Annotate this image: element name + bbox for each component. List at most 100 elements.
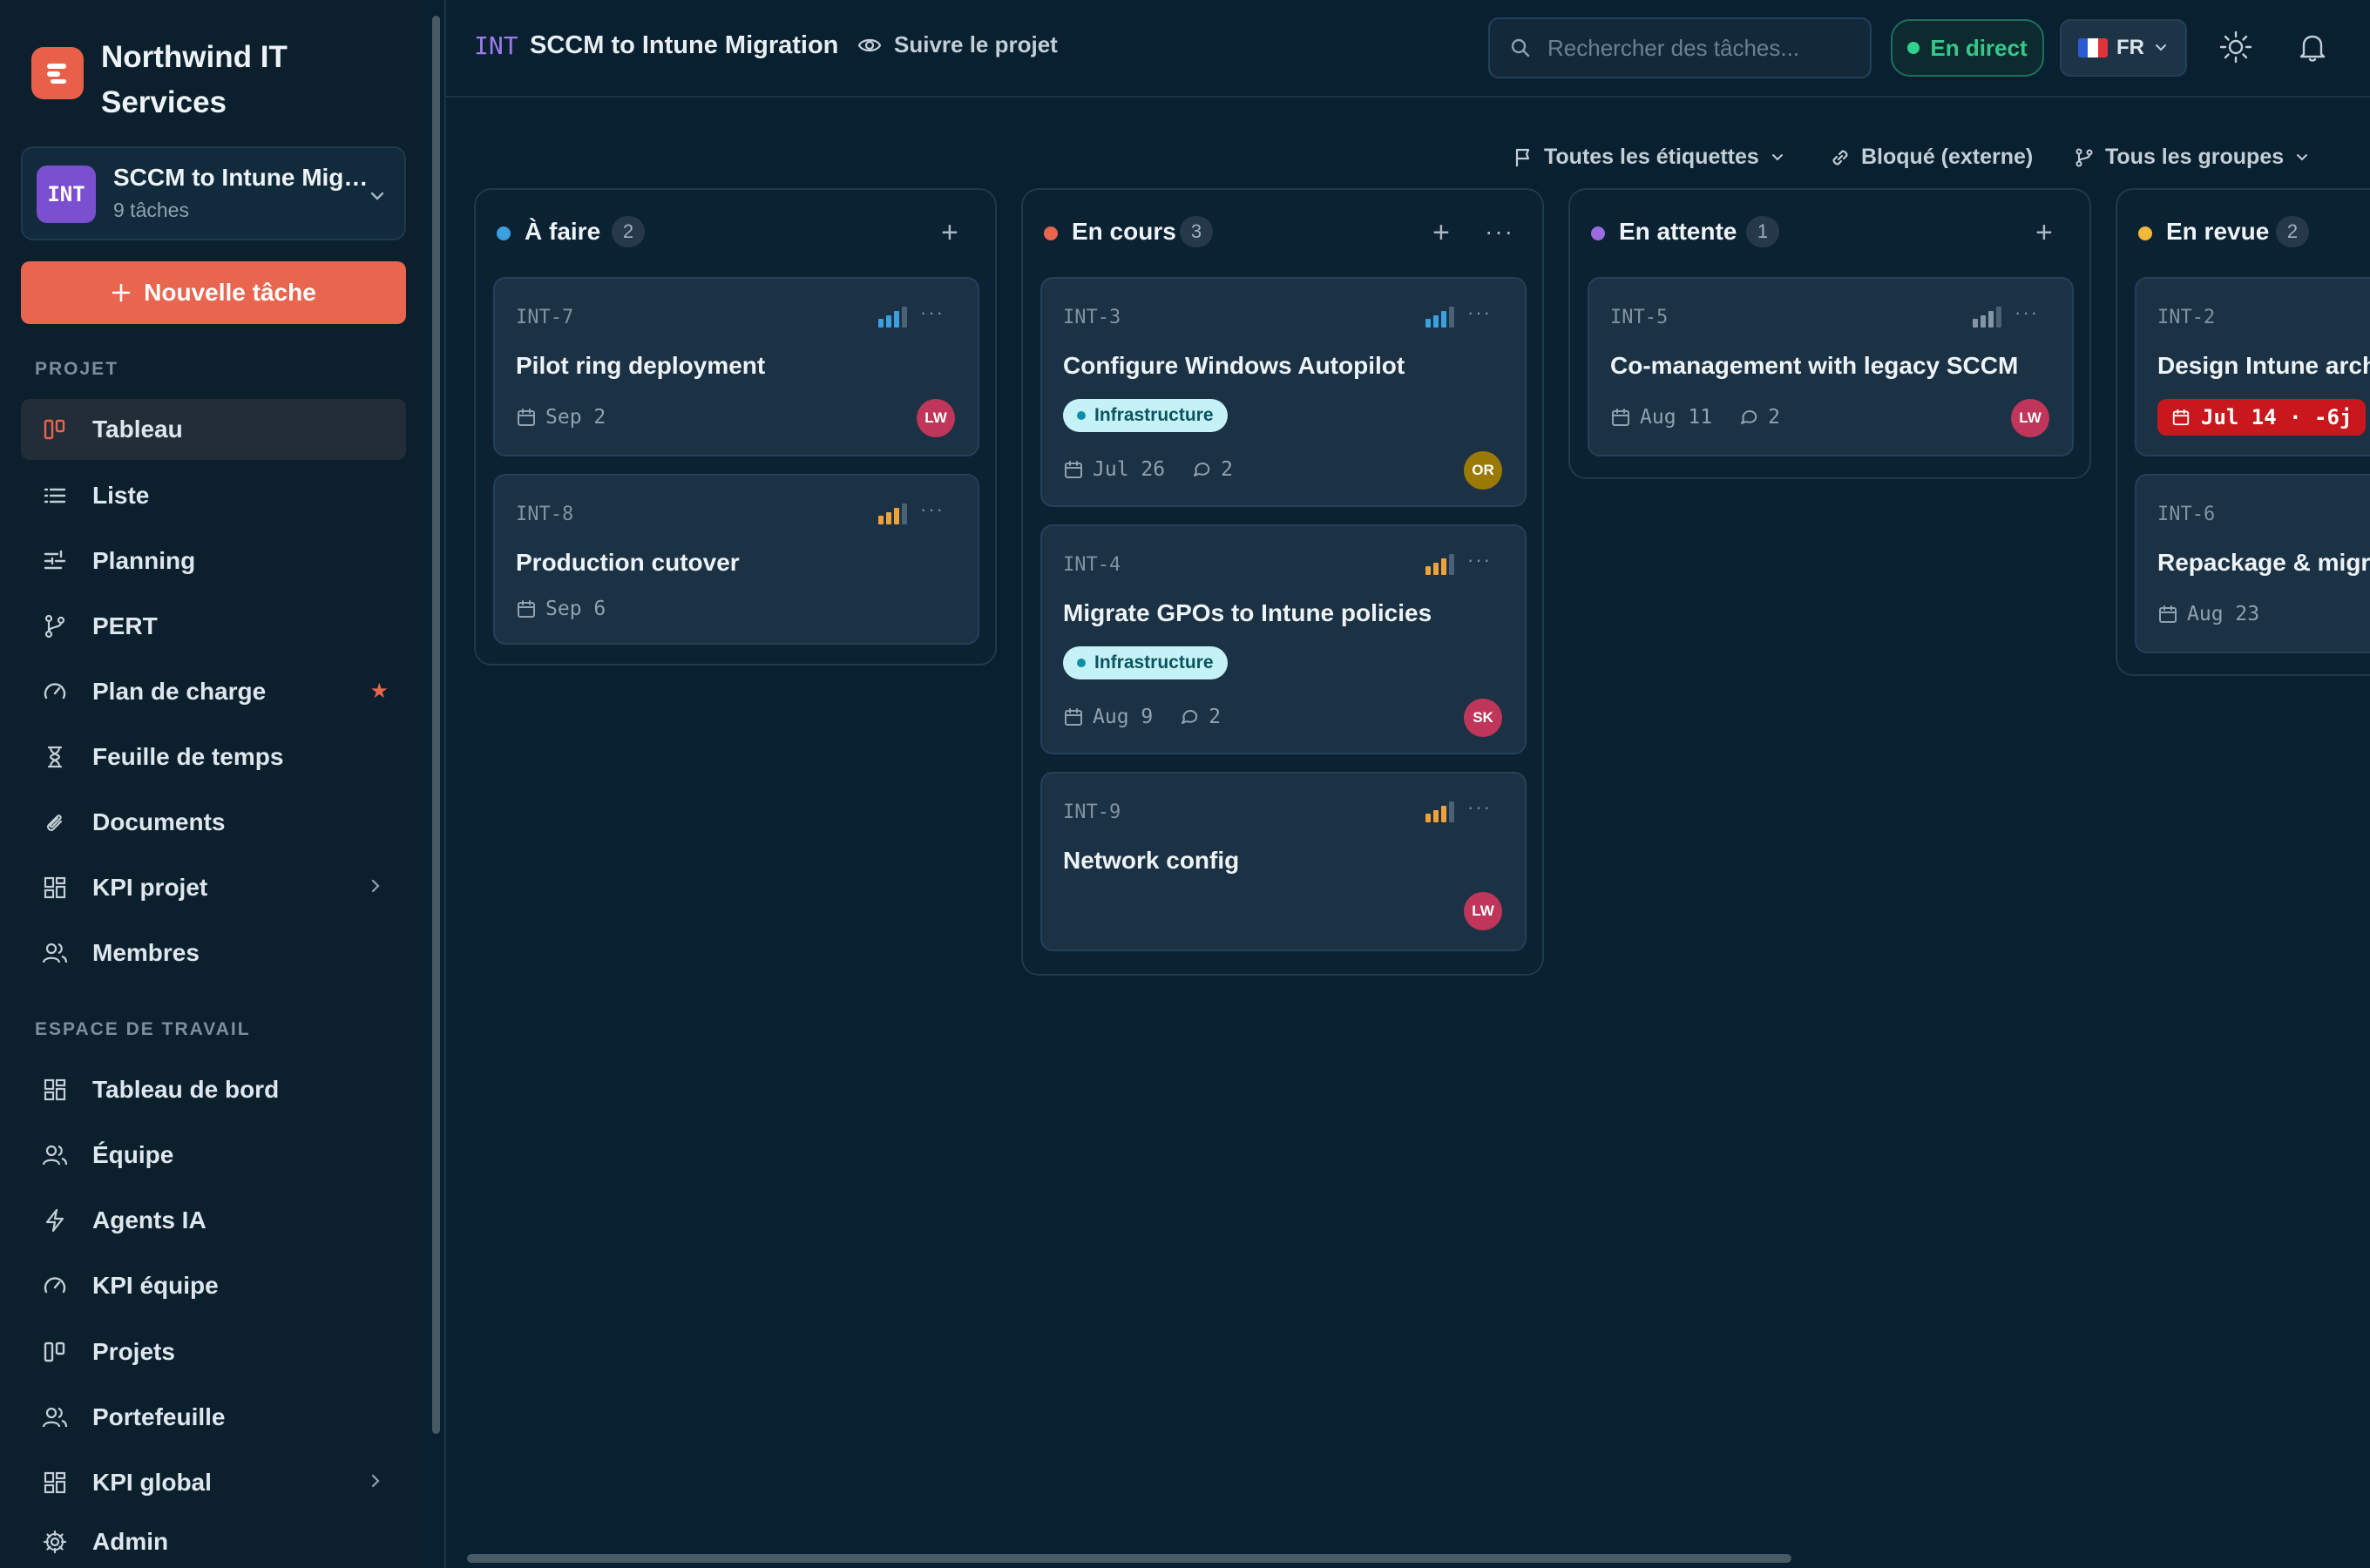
add-card-button[interactable]: + (1432, 218, 1450, 247)
sidebar-item-planning[interactable]: Planning (21, 531, 406, 591)
follow-project-button[interactable]: Suivre le projet (857, 31, 1058, 58)
column-status-dot (497, 226, 511, 240)
sidebar-item-label: KPI global (92, 1469, 212, 1496)
column-status-dot (1044, 226, 1058, 240)
assignee-avatar[interactable]: LW (1464, 892, 1502, 930)
task-card[interactable]: INT-8 ··· Production cutover Sep 6 (493, 474, 979, 645)
sidebar-item-label: Documents (92, 808, 226, 835)
add-card-button[interactable]: + (941, 218, 958, 247)
sidebar-item-portefeuille[interactable]: Portefeuille (21, 1387, 406, 1448)
task-card[interactable]: INT-6 Repackage & migrate apps Aug 23 (2135, 474, 2370, 653)
card-more-button[interactable]: ··· (1467, 549, 1492, 571)
live-status-badge[interactable]: En direct (1891, 19, 2044, 77)
sidebar-item-label: Tableau (92, 416, 183, 443)
board-horizontal-scrollbar[interactable] (467, 1554, 1791, 1563)
sidebar-item-pert[interactable]: PERT (21, 596, 406, 657)
column-count-badge: 3 (1180, 216, 1213, 247)
task-card[interactable]: INT-2 Design Intune architecture Jul 14 … (2135, 277, 2370, 456)
card-title: Design Intune architecture (2157, 352, 2370, 379)
priority-bars-icon (1973, 307, 2002, 328)
column-title: À faire (525, 218, 601, 245)
priority-bars-icon (1425, 307, 1455, 328)
list-icon (40, 481, 70, 510)
card-more-button[interactable]: ··· (920, 498, 945, 521)
assignee-avatar[interactable]: OR (1464, 451, 1502, 490)
card-more-button[interactable]: ··· (1467, 301, 1492, 324)
card-title: Co-management with legacy SCCM (1610, 352, 2019, 379)
filter-blocked-label: Bloqué (externe) (1861, 145, 2034, 169)
card-key: INT-5 (1610, 307, 1669, 328)
calendar-icon (2159, 605, 2177, 623)
sidebar-item-label: Feuille de temps (92, 743, 284, 770)
overdue-date-label: Jul 14 · -6j (2201, 405, 2353, 429)
sidebar-item-label: Équipe (92, 1141, 174, 1168)
sidebar-item-admin[interactable]: Admin (21, 1517, 406, 1566)
assignee-avatar[interactable]: SK (1464, 699, 1502, 737)
card-due-date: Aug 11 (1640, 406, 1713, 429)
sidebar-item-kpi-global[interactable]: KPI global (21, 1452, 406, 1513)
sidebar-item-tableau[interactable]: Tableau (21, 399, 406, 460)
sidebar-item-label: Liste (92, 482, 150, 509)
card-more-button[interactable]: ··· (920, 301, 945, 324)
column-status-dot (2138, 226, 2152, 240)
card-key: INT-6 (2157, 504, 2216, 525)
sidebar-item-feuille-de-temps[interactable]: Feuille de temps (21, 727, 406, 787)
sidebar-item-label: Planning (92, 547, 196, 574)
brand-name: Northwind IT Services (101, 40, 288, 119)
sidebar-item-membres[interactable]: Membres (21, 923, 406, 983)
board-icon (40, 1337, 70, 1367)
sidebar-item-projets[interactable]: Projets (21, 1321, 406, 1382)
brand-logo-icon (31, 47, 84, 99)
new-task-button[interactable]: Nouvelle tâche (21, 261, 406, 324)
card-key: INT-7 (516, 307, 574, 328)
card-title: Migrate GPOs to Intune policies (1063, 599, 1432, 626)
card-more-button[interactable]: ··· (1467, 796, 1492, 819)
column-count-badge: 1 (1746, 216, 1779, 247)
project-switcher[interactable]: INT SCCM to Intune Mig… 9 tâches (21, 146, 406, 240)
filter-blocked[interactable]: Bloqué (externe) (1830, 145, 2033, 170)
calendar-icon (518, 600, 535, 618)
search-box[interactable] (1488, 17, 1872, 78)
sidebar-item-label: Agents IA (92, 1206, 207, 1233)
task-card[interactable]: INT-3 ··· Configure Windows Autopilot In… (1040, 277, 1527, 507)
sidebar-item-liste[interactable]: Liste (21, 465, 406, 526)
add-card-button[interactable]: + (2035, 218, 2053, 247)
card-key: INT-2 (2157, 307, 2216, 328)
sidebar-item-kpi-equipe[interactable]: KPI équipe (21, 1255, 406, 1316)
card-key: INT-3 (1063, 307, 1121, 328)
calendar-icon (518, 409, 535, 426)
sidebar-scrollbar[interactable] (432, 16, 440, 1434)
sidebar-item-tableau-de-bord[interactable]: Tableau de bord (21, 1059, 406, 1120)
sidebar-item-documents[interactable]: Documents (21, 792, 406, 853)
search-input[interactable] (1547, 34, 1861, 62)
assignee-avatar[interactable]: LW (2011, 399, 2049, 437)
board-column-todo: À faire 2 + INT-7 ··· Pilot ring deploym… (474, 188, 997, 666)
priority-bars-icon (1425, 801, 1455, 822)
task-card[interactable]: INT-4 ··· Migrate GPOs to Intune policie… (1040, 524, 1527, 754)
flag-fr-icon (2078, 38, 2108, 57)
card-more-button[interactable]: ··· (2014, 301, 2039, 324)
column-title: En attente (1619, 218, 1737, 245)
sidebar-item-equipe[interactable]: Équipe (21, 1125, 406, 1186)
new-task-label: Nouvelle tâche (144, 279, 316, 306)
filter-labels[interactable]: Toutes les étiquettes (1513, 145, 1785, 170)
tag-chip[interactable]: Infrastructure (1063, 399, 1228, 432)
card-title: Network config (1063, 847, 1240, 874)
column-more-button[interactable]: ··· (1485, 218, 1514, 246)
timeline-icon (40, 546, 70, 576)
tag-chip[interactable]: Infrastructure (1063, 646, 1228, 679)
sidebar-item-kpi-projet[interactable]: KPI projet (21, 857, 406, 918)
card-title: Production cutover (516, 549, 740, 576)
task-card[interactable]: INT-7 ··· Pilot ring deployment Sep 2 LW (493, 277, 979, 456)
task-card[interactable]: INT-9 ··· Network config LW (1040, 772, 1527, 951)
sidebar-item-plan-de-charge[interactable]: Plan de charge ★ (21, 661, 406, 722)
task-card[interactable]: INT-5 ··· Co-management with legacy SCCM… (1588, 277, 2074, 456)
dashboard-icon (40, 1468, 70, 1497)
assignee-avatar[interactable]: LW (917, 399, 955, 437)
dashboard-icon (40, 873, 70, 902)
sidebar-item-agents-ia[interactable]: Agents IA (21, 1190, 406, 1251)
chevron-down-icon (368, 186, 387, 206)
topbar: INT SCCM to Intune Migration Suivre le p… (446, 0, 2370, 98)
column-header: En cours 3 + ··· (1023, 190, 1542, 277)
branch-icon (2075, 148, 2093, 166)
